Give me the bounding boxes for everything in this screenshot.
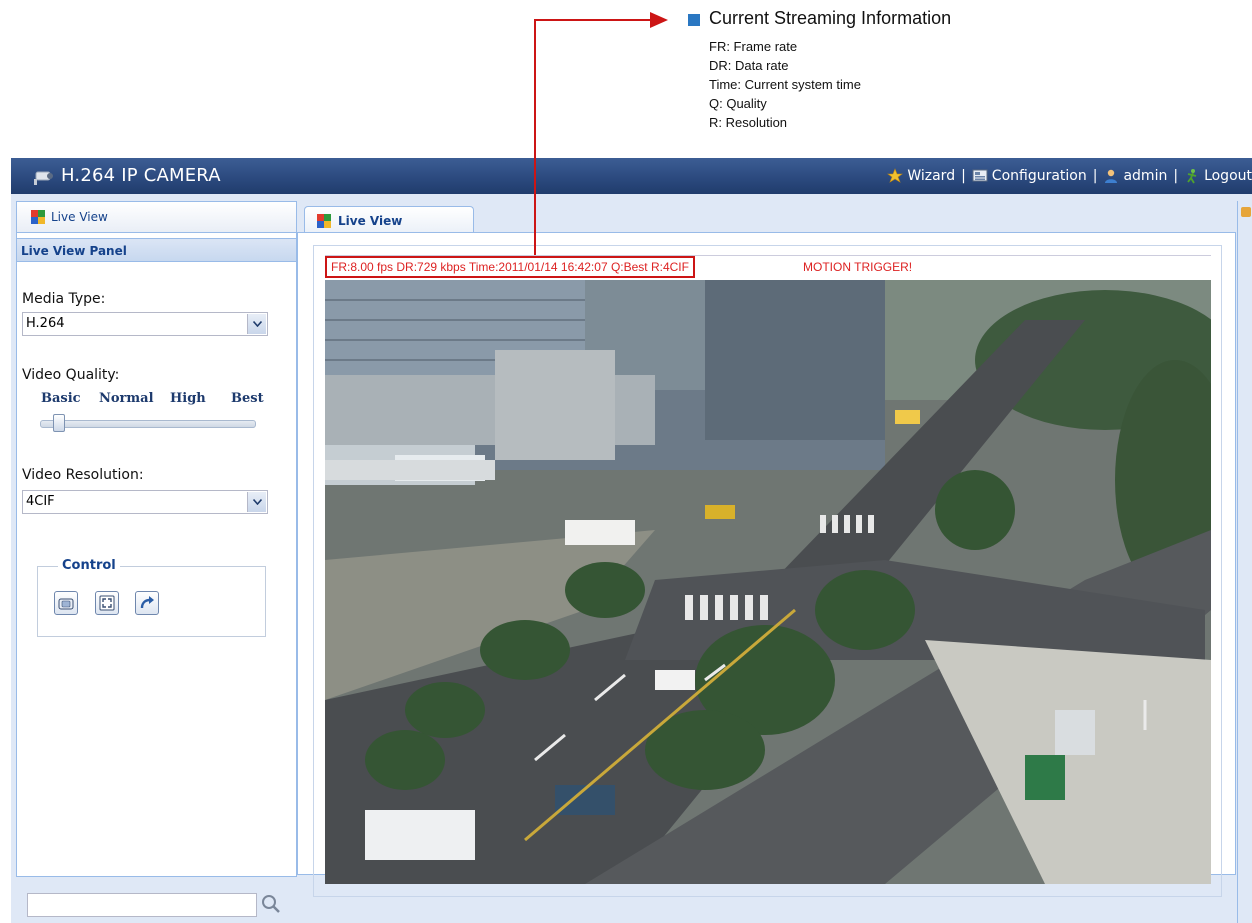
fullscreen-button[interactable] [95,591,119,615]
control-group: Control [37,558,266,637]
panel-toggle-icon[interactable] [1241,207,1251,217]
search-icon[interactable] [259,892,283,916]
annotation-line-time: Time: Current system time [709,77,861,92]
live-view-panel-title: Live View Panel [17,238,296,262]
camera-logo-icon [34,171,53,185]
video-resolution-select[interactable]: 4CIF [22,490,268,514]
live-view-icon [317,213,331,228]
logout-icon [1187,169,1197,184]
wizard-link[interactable]: Wizard [887,168,955,184]
media-type-label: Media Type: [22,291,106,307]
quality-level-normal: Normal [99,391,154,406]
video-frame-image [325,280,1211,884]
nav-separator: | [1173,168,1179,184]
media-type-value: H.264 [26,316,65,331]
video-resolution-value: 4CIF [26,494,55,509]
media-type-select[interactable]: H.264 [22,312,268,336]
control-legend: Control [58,558,120,573]
video-quality-label: Video Quality: [22,367,120,383]
annotation-line-r: R: Resolution [709,115,788,130]
video-quality-slider-thumb[interactable] [53,414,65,432]
rotate-button[interactable] [135,591,159,615]
app-title: H.264 IP CAMERA [61,165,221,186]
configuration-label: Configuration [991,168,1087,184]
chevron-down-icon[interactable] [247,314,266,334]
configuration-link[interactable]: Configuration [972,168,1087,184]
rotate-icon [140,596,154,609]
user-icon [1105,169,1118,183]
logout-link[interactable]: Logout [1184,168,1252,184]
annotation-line-fr: FR: Frame rate [709,39,798,54]
nav-separator: | [1092,168,1098,184]
main-tab-strip: Live View [297,201,1236,234]
configuration-icon [972,169,988,182]
admin-link[interactable]: admin [1103,168,1167,184]
motion-trigger-alert: MOTION TRIGGER! [803,260,913,274]
annotation-line-dr: DR: Data rate [709,58,789,73]
annotation-line-q: Q: Quality [709,96,767,111]
snapshot-icon [58,598,74,610]
stream-info-bar: FR:8.00 fps DR:729 kbps Time:2011/01/14 … [325,255,1211,281]
logout-label: Logout [1204,168,1252,184]
sidebar-tab-live-view[interactable]: Live View [17,202,296,233]
annotation-bullet-icon [688,14,700,26]
wizard-label: Wizard [907,168,956,184]
live-view-icon [31,210,45,224]
nav-separator: | [961,168,966,184]
video-resolution-label: Video Resolution: [22,467,144,483]
right-collapsed-panel[interactable] [1237,201,1252,923]
tab-live-view-label: Live View [338,213,403,228]
top-nav: Wizard | Configuration | admin | Logout [887,168,1252,184]
video-quality-slider-track[interactable] [40,420,256,428]
quality-level-basic: Basic [41,391,81,406]
video-stream[interactable] [325,280,1211,884]
search-input[interactable] [27,893,257,917]
annotation-lines: FR: Frame rate DR: Data rate Time: Curre… [709,37,861,132]
quality-level-high: High [170,391,206,406]
wizard-icon [887,168,904,183]
annotation-title: Current Streaming Information [709,8,952,28]
quality-level-best: Best [231,391,264,406]
title-bar: H.264 IP CAMERA Wizard | Configuration | [11,158,1252,194]
chevron-down-icon[interactable] [247,492,266,512]
sidebar-tab-label: Live View [51,210,108,224]
tab-live-view[interactable]: Live View [304,206,474,234]
fullscreen-icon [99,595,115,611]
admin-label: admin [1123,168,1168,184]
snapshot-button[interactable] [54,591,78,615]
stream-info-text: FR:8.00 fps DR:729 kbps Time:2011/01/14 … [325,256,695,278]
